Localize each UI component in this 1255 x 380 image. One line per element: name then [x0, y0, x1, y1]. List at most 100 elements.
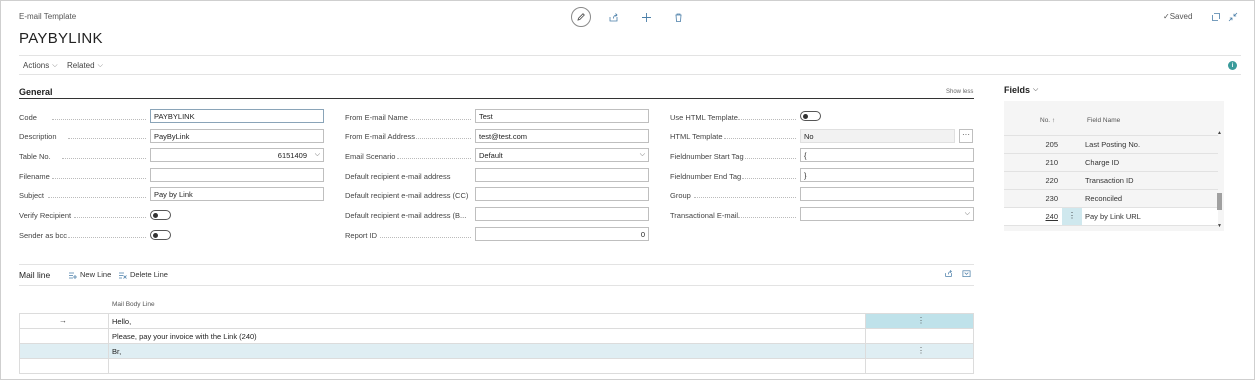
row-action-cell[interactable]	[865, 359, 974, 373]
default-recipient-field[interactable]	[475, 168, 649, 182]
email-scenario-label: Email Scenario	[345, 152, 396, 161]
mail-body-line-cell[interactable]: Br,	[112, 347, 121, 356]
mail-body-line-header[interactable]: Mail Body Line	[112, 301, 155, 308]
fields-row-selected[interactable]: 240 ⋮ Pay by Link URL	[1004, 208, 1218, 226]
new-line-button[interactable]: New Line	[68, 270, 111, 279]
row-action-cell[interactable]: ⋮	[865, 314, 974, 328]
transactional-email-select[interactable]: ⌵	[800, 207, 974, 221]
new-button[interactable]	[637, 8, 655, 26]
fieldnumber-start-tag-field[interactable]: {	[800, 148, 974, 162]
default-recipient-label: Default recipient e-mail address	[345, 172, 451, 181]
general-section-title[interactable]: General	[19, 87, 53, 97]
info-icon[interactable]: i	[1228, 61, 1237, 70]
default-recipient-cc-field[interactable]	[475, 187, 649, 201]
fields-col-name-header[interactable]: Field Name	[1087, 117, 1120, 124]
verify-recipient-toggle[interactable]	[150, 210, 171, 220]
email-scenario-select[interactable]: Default ⌵	[475, 148, 649, 162]
field-no: 240	[1045, 212, 1058, 221]
row-action-cell[interactable]: ⋮	[865, 344, 974, 358]
expand-part-button[interactable]	[959, 266, 973, 280]
email-scenario-value: Default	[479, 151, 503, 160]
mail-line-row[interactable]: Please, pay your invoice with the Link (…	[19, 329, 974, 344]
fieldnumber-end-tag-field[interactable]: }	[800, 168, 974, 182]
fields-factbox-title[interactable]: Fields ⌵	[1004, 85, 1038, 95]
grid-right-border	[973, 313, 974, 374]
mail-line-row-empty[interactable]	[19, 359, 974, 374]
row-indicator-cell	[19, 329, 109, 343]
delete-line-button[interactable]: Delete Line	[118, 270, 168, 279]
mail-line-row-selected[interactable]: Br, ⋮	[19, 344, 974, 359]
collapse-button[interactable]	[1224, 8, 1242, 26]
chevron-down-icon: ⌵	[964, 210, 970, 217]
page-title: PAYBYLINK	[19, 30, 103, 47]
sender-as-bcc-toggle[interactable]	[150, 230, 171, 240]
new-line-icon	[69, 272, 77, 279]
fields-scrollbar[interactable]	[1216, 130, 1222, 226]
leader-dots	[62, 158, 146, 159]
group-label: Group	[670, 191, 691, 200]
mail-body-line-cell[interactable]: Please, pay your invoice with the Link (…	[112, 332, 257, 341]
saved-label: Saved	[1169, 12, 1193, 21]
show-less-link[interactable]: Show less	[946, 89, 973, 95]
table-no-field[interactable]: 6151409 ⌵	[150, 148, 324, 162]
transactional-email-label: Transactional E-mail	[670, 211, 739, 220]
from-email-name-label: From E-mail Name	[345, 113, 408, 122]
row-indicator-cell	[19, 344, 109, 358]
leader-dots	[68, 237, 146, 238]
leader-dots	[52, 119, 146, 120]
mail-line-title[interactable]: Mail line	[19, 270, 50, 280]
related-menu[interactable]: Related ⌵	[67, 61, 103, 70]
share-icon	[609, 12, 618, 21]
row-menu-icon[interactable]: ⋮	[1062, 208, 1082, 225]
from-email-address-field[interactable]: test@test.com	[475, 129, 649, 143]
html-template-lookup-button[interactable]: ···	[959, 129, 973, 143]
table-no-value: 6151409	[277, 151, 307, 160]
mail-body-line-cell[interactable]: Hello,	[112, 317, 131, 326]
leader-dots	[52, 178, 146, 179]
fields-col-no-header[interactable]: No. ↑	[1040, 117, 1055, 124]
filename-field[interactable]	[150, 168, 324, 182]
description-field[interactable]: PayByLink	[150, 129, 324, 143]
use-html-template-label: Use HTML Template	[670, 113, 738, 122]
row-menu-icon[interactable]: ⋮	[917, 346, 925, 355]
share-part-button[interactable]	[941, 266, 955, 280]
scroll-down-icon[interactable]: ▼	[1217, 223, 1222, 229]
fields-row[interactable]: 220 Transaction ID	[1004, 172, 1218, 190]
share-button[interactable]	[604, 8, 622, 26]
row-action-cell[interactable]	[865, 329, 974, 343]
default-recipient-cc-label: Default recipient e-mail address (CC)	[345, 191, 469, 200]
html-template-field[interactable]: No	[800, 129, 955, 143]
group-field[interactable]	[800, 187, 974, 201]
delete-button[interactable]	[669, 8, 687, 26]
report-id-field[interactable]: 0	[475, 227, 649, 241]
edit-button[interactable]	[571, 7, 591, 27]
scroll-up-icon[interactable]: ▲	[1217, 130, 1222, 136]
fields-scrollbar-thumb[interactable]	[1217, 193, 1222, 210]
fields-row[interactable]: 210 Charge ID	[1004, 154, 1218, 172]
chevron-down-icon: ⌵	[639, 151, 645, 158]
chevron-down-icon: ⌵	[314, 151, 320, 158]
code-field[interactable]: PAYBYLINK	[150, 109, 324, 123]
collapse-icon	[1228, 12, 1238, 22]
leader-dots	[68, 138, 146, 139]
mail-line-row[interactable]: → Hello, ⋮	[19, 314, 974, 329]
fields-row[interactable]: 205 Last Posting No.	[1004, 136, 1218, 154]
row-menu-icon[interactable]: ⋮	[917, 316, 925, 325]
sender-as-bcc-label: Sender as bcc	[19, 231, 67, 240]
related-label: Related	[67, 61, 95, 70]
leader-dots	[397, 158, 471, 159]
fields-row[interactable]: 230 Reconciled	[1004, 190, 1218, 208]
use-html-template-toggle[interactable]	[800, 111, 821, 121]
verify-recipient-label: Verify Recipient	[19, 211, 72, 220]
field-name: Last Posting No.	[1085, 140, 1141, 149]
from-email-name-field[interactable]: Test	[475, 109, 649, 123]
field-no: 220	[1045, 176, 1058, 185]
open-new-window-button[interactable]	[1207, 8, 1225, 26]
leader-dots	[724, 138, 796, 139]
actions-menu[interactable]: Actions ⌵	[23, 61, 58, 70]
open-in-page-icon	[962, 269, 970, 277]
check-icon: ✓	[1163, 12, 1170, 21]
default-recipient-bcc-field[interactable]	[475, 207, 649, 221]
html-template-label: HTML Template	[670, 132, 723, 141]
subject-field[interactable]: Pay by Link	[150, 187, 324, 201]
